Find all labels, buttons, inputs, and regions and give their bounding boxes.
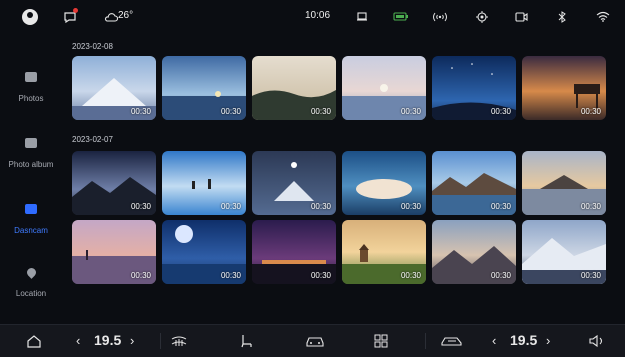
video-thumbnail[interactable]: 00:30 [342,56,426,120]
gps-icon [476,11,488,23]
video-thumbnail[interactable]: 00:30 [162,151,246,215]
video-duration: 00:30 [580,107,601,116]
status-bar: 26° 10:06 [0,0,625,36]
dashcam-icon [25,204,37,214]
bottom-control-bar: ‹ 19.5 › ‹ 19.5 › [0,324,625,357]
sidebar: Photos Photo album Dasncam Location [0,36,62,322]
video-thumbnail[interactable]: 00:30 [252,151,336,215]
notification-dot [73,8,78,13]
video-thumbnail[interactable]: 00:30 [342,151,426,215]
video-thumbnail[interactable]: 00:30 [432,56,516,120]
album-icon [25,138,37,148]
location-icon [24,266,38,279]
sidebar-item-dashcam[interactable]: Dasncam [0,204,62,238]
apps-grid-icon[interactable] [374,334,388,348]
video-duration: 00:30 [220,202,241,211]
sidebar-item-label: Photos [18,94,44,103]
video-duration: 00:30 [220,107,241,116]
home-icon[interactable] [26,334,42,348]
volume-icon[interactable] [588,334,606,348]
sidebar-item-photos[interactable]: Photos [0,72,62,106]
video-duration: 00:30 [310,202,331,211]
video-thumbnail[interactable]: 00:30 [522,220,606,284]
group-date: 2023-02-08 [72,42,113,51]
camera-icon [515,12,528,22]
car-icon[interactable] [305,335,325,347]
sidebar-item-label: Photo album [8,160,54,169]
video-thumbnail[interactable]: 00:30 [342,220,426,284]
sidebar-item-label: Location [15,289,47,298]
right-temp-decrease-icon[interactable]: ‹ [492,333,496,348]
left-temp-decrease-icon[interactable]: ‹ [76,333,80,348]
video-thumbnail[interactable]: 00:30 [72,56,156,120]
signal-broadcast-icon [433,12,447,22]
video-thumbnail[interactable]: 00:30 [432,220,516,284]
right-temp-increase-icon[interactable]: › [546,333,550,348]
video-thumbnail[interactable]: 00:30 [72,220,156,284]
battery-icon [393,12,408,21]
weather-temp: 26° [118,10,134,21]
sidebar-item-photo-album[interactable]: Photo album [0,138,62,172]
sidebar-item-label: Dasncam [14,226,48,235]
video-duration: 00:30 [580,271,601,280]
video-duration: 00:30 [310,271,331,280]
video-duration: 00:30 [220,271,241,280]
group-date: 2023-02-07 [72,135,113,144]
left-temperature: 19.5 [94,332,122,348]
video-duration: 00:30 [130,107,151,116]
defrost-icon[interactable] [170,335,188,347]
right-temperature: 19.5 [510,332,538,348]
video-duration: 00:30 [130,202,151,211]
video-duration: 00:30 [400,202,421,211]
video-thumbnail[interactable]: 00:30 [72,151,156,215]
video-duration: 00:30 [130,271,151,280]
video-duration: 00:30 [490,107,511,116]
video-thumbnail[interactable]: 00:30 [252,220,336,284]
clock: 10:06 [305,10,331,21]
bluetooth-icon [558,11,566,23]
video-thumbnail[interactable]: 00:30 [522,151,606,215]
video-thumbnail[interactable]: 00:30 [162,220,246,284]
seat-icon[interactable] [356,11,368,23]
video-thumbnail[interactable]: 00:30 [252,56,336,120]
video-duration: 00:30 [490,202,511,211]
photos-icon [25,72,37,82]
cloud-icon [105,13,118,22]
video-thumbnail[interactable]: 00:30 [522,56,606,120]
wifi-icon [596,11,610,22]
user-avatar-icon[interactable] [22,9,38,25]
video-duration: 00:30 [400,107,421,116]
seat-heat-icon[interactable] [240,333,254,349]
video-duration: 00:30 [310,107,331,116]
video-duration: 00:30 [580,202,601,211]
left-temp-increase-icon[interactable]: › [130,333,134,348]
sidebar-item-location[interactable]: Location [0,266,62,301]
video-duration: 00:30 [400,271,421,280]
video-duration: 00:30 [490,271,511,280]
air-circulation-icon[interactable] [440,335,464,347]
video-thumbnail[interactable]: 00:30 [432,151,516,215]
video-thumbnail[interactable]: 00:30 [162,56,246,120]
